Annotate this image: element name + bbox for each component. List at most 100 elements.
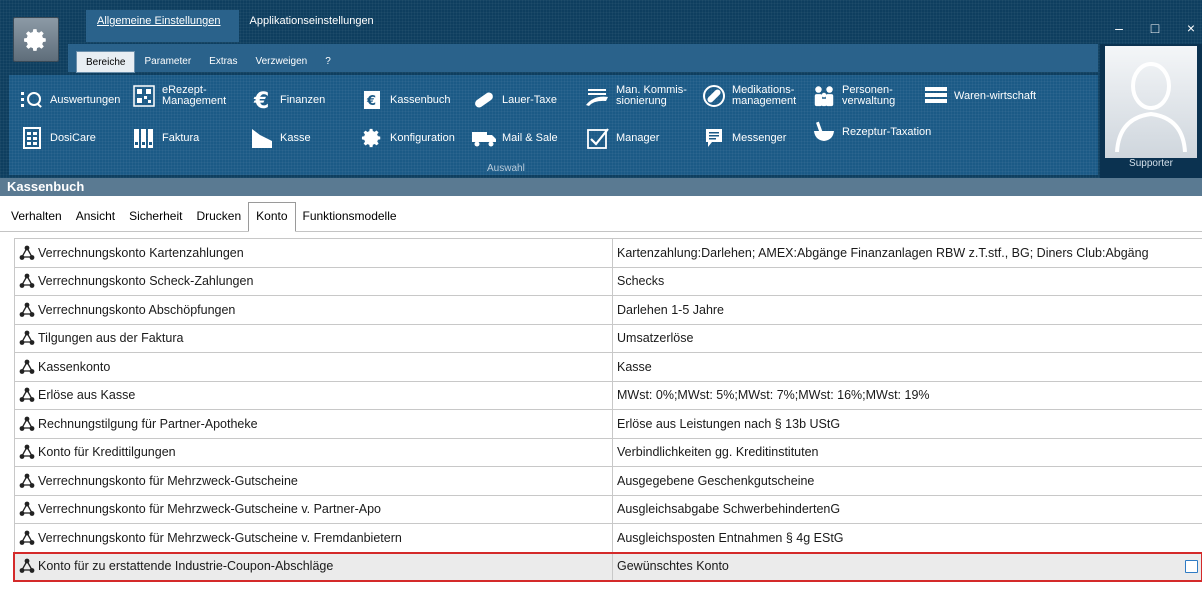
- ellipsis-edit-button[interactable]: [1185, 559, 1198, 573]
- table-row[interactable]: Tilgungen aus der Faktura Umsatzerlöse: [14, 324, 1202, 353]
- faktura-button[interactable]: Faktura: [132, 126, 199, 150]
- account-node-icon: [19, 501, 35, 517]
- row-value: Ausgleichsposten Entnahmen § 4g EStG: [617, 530, 844, 545]
- table-row[interactable]: Erlöse aus Kasse MWst: 0%;MWst: 5%;MWst: …: [14, 381, 1202, 410]
- truck-icon: [472, 126, 496, 150]
- auswertungen-button[interactable]: Auswertungen: [20, 88, 120, 112]
- minimize-button[interactable]: –: [1112, 20, 1126, 36]
- dosicare-button[interactable]: DosiCare: [20, 126, 96, 150]
- row-value-cell[interactable]: Erlöse aus Leistungen nach § 13b UStG: [613, 410, 1202, 438]
- tab-extras[interactable]: Extras: [200, 51, 246, 73]
- tab-help[interactable]: ?: [316, 51, 340, 73]
- table-row[interactable]: Verrechnungskonto für Mehrzweck-Gutschei…: [14, 495, 1202, 524]
- row-label: Verrechnungskonto Scheck-Zahlungen: [38, 274, 254, 289]
- row-label-cell[interactable]: Kassenkonto: [15, 353, 613, 381]
- erezept-label: eRezept-Management: [162, 84, 227, 107]
- row-value-cell[interactable]: Ausgleichsabgabe SchwerbehindertenG: [613, 496, 1202, 524]
- report-icon: [20, 88, 44, 112]
- row-label: Verrechnungskonto Kartenzahlungen: [38, 245, 244, 260]
- tab-funktionsmodelle[interactable]: Funktionsmodelle: [296, 203, 404, 231]
- account-node-icon: [19, 473, 35, 489]
- row-value-cell[interactable]: Ausgleichsposten Entnahmen § 4g EStG: [613, 524, 1202, 552]
- kasse-button[interactable]: Kasse: [250, 126, 311, 150]
- row-value-cell[interactable]: Ausgegebene Geschenkgutscheine: [613, 467, 1202, 495]
- cashbook-icon: €: [360, 88, 384, 112]
- rezeptur-taxation-label: Rezeptur-Taxation: [842, 125, 932, 138]
- table-row[interactable]: Konto für zu erstattende Industrie-Coupo…: [13, 551, 1202, 582]
- row-label-cell[interactable]: Konto für zu erstattende Industrie-Coupo…: [15, 552, 613, 580]
- row-value-cell[interactable]: Kasse: [613, 353, 1202, 381]
- row-value: Ausgleichsabgabe SchwerbehindertenG: [617, 502, 841, 517]
- lauer-taxe-button[interactable]: Lauer-Taxe: [472, 88, 557, 112]
- tab-drucken[interactable]: Drucken: [189, 203, 248, 231]
- account-node-icon: [19, 245, 35, 261]
- close-button[interactable]: ×: [1184, 20, 1198, 36]
- user-label: Supporter: [1129, 158, 1173, 169]
- manager-button[interactable]: Manager: [586, 126, 659, 150]
- mail-sale-label: Mail & Sale: [502, 131, 558, 144]
- table-row[interactable]: Rechnungstilgung für Partner-Apotheke Erl…: [14, 410, 1202, 439]
- tab-bereiche[interactable]: Bereiche: [76, 51, 136, 73]
- tab-verzweigen[interactable]: Verzweigen: [247, 51, 317, 73]
- app-menu-button[interactable]: [13, 17, 59, 62]
- top-tabs: Allgemeine Einstellungen Applikationsein…: [86, 10, 392, 42]
- tab-konto[interactable]: Konto: [248, 202, 296, 232]
- row-label-cell[interactable]: Verrechnungskonto für Mehrzweck-Gutschei…: [15, 524, 613, 552]
- mail-sale-button[interactable]: Mail & Sale: [472, 126, 558, 150]
- tab-verhalten[interactable]: Verhalten: [4, 203, 69, 231]
- kommissionierung-button[interactable]: Man. Kommis-sionierung: [586, 84, 706, 108]
- rezeptur-taxation-button[interactable]: Rezeptur-Taxation: [812, 120, 931, 144]
- row-value: Erlöse aus Leistungen nach § 13b UStG: [617, 416, 841, 431]
- row-value-cell[interactable]: Umsatzerlöse: [613, 325, 1202, 353]
- erezept-icon: [132, 84, 156, 108]
- row-label-cell[interactable]: Erlöse aus Kasse: [15, 381, 613, 409]
- row-label-cell[interactable]: Tilgungen aus der Faktura: [15, 324, 613, 352]
- kassenbuch-button[interactable]: € Kassenbuch: [360, 88, 451, 112]
- pill-icon: [472, 88, 496, 112]
- row-label: Verrechnungskonto für Mehrzweck-Gutschei…: [38, 530, 402, 545]
- row-label-cell[interactable]: Verrechnungskonto Abschöpfungen: [15, 296, 613, 324]
- dosicare-label: DosiCare: [50, 131, 96, 144]
- tab-applikationseinstellungen[interactable]: Applikationseinstellungen: [239, 10, 392, 42]
- table-row[interactable]: Konto für Kredittilgungen Verbindlichkeit…: [14, 438, 1202, 467]
- row-value-cell[interactable]: Darlehen 1-5 Jahre: [613, 296, 1202, 324]
- table-row[interactable]: Verrechnungskonto Scheck-Zahlungen Scheck…: [14, 267, 1202, 296]
- row-label-cell[interactable]: Verrechnungskonto für Mehrzweck-Gutschei…: [15, 495, 613, 523]
- medication-icon: [702, 84, 726, 108]
- section-title: Kassenbuch: [0, 178, 1202, 196]
- tab-ansicht[interactable]: Ansicht: [69, 203, 122, 231]
- warenwirtschaft-button[interactable]: Waren-wirtschaft: [924, 84, 1036, 108]
- erezept-button[interactable]: eRezept-Management: [132, 84, 252, 108]
- row-label-cell[interactable]: Verrechnungskonto für Mehrzweck-Gutschei…: [15, 467, 613, 495]
- warehouse-icon: [924, 84, 948, 108]
- maximize-button[interactable]: □: [1148, 20, 1162, 36]
- row-label-cell[interactable]: Konto für Kredittilgungen: [15, 438, 613, 466]
- konfiguration-label: Konfiguration: [390, 131, 455, 144]
- tab-allgemeine-einstellungen[interactable]: Allgemeine Einstellungen: [86, 10, 239, 42]
- messenger-button[interactable]: Messenger: [702, 126, 786, 150]
- medikationsmanagement-button[interactable]: Medikations-management: [702, 84, 822, 108]
- gear-icon: [360, 126, 384, 150]
- avatar[interactable]: [1105, 46, 1197, 158]
- row-value-cell[interactable]: Kartenzahlung:Darlehen; AMEX:Abgänge Fin…: [613, 239, 1202, 267]
- table-row[interactable]: Kassenkonto Kasse: [14, 353, 1202, 382]
- lauer-taxe-label: Lauer-Taxe: [502, 93, 558, 106]
- konfiguration-button[interactable]: Konfiguration: [360, 126, 455, 150]
- row-label-cell[interactable]: Rechnungstilgung für Partner-Apotheke: [15, 410, 613, 438]
- personenverwaltung-button[interactable]: Personen-verwaltung: [812, 84, 932, 108]
- cash-register-icon: [250, 126, 274, 150]
- table-row[interactable]: Verrechnungskonto Kartenzahlungen Kartenz…: [14, 239, 1202, 268]
- finanzen-button[interactable]: € Finanzen: [250, 88, 325, 112]
- row-value-cell[interactable]: Verbindlichkeiten gg. Kreditinstituten: [613, 439, 1202, 467]
- table-row[interactable]: Verrechnungskonto Abschöpfungen Darlehen …: [14, 296, 1202, 325]
- tab-sicherheit[interactable]: Sicherheit: [122, 203, 189, 231]
- row-label: Verrechnungskonto Abschöpfungen: [38, 302, 236, 317]
- row-value-cell[interactable]: MWst: 0%;MWst: 5%;MWst: 7%;MWst: 16%;MWs…: [613, 382, 1202, 410]
- row-label-cell[interactable]: Verrechnungskonto Kartenzahlungen: [15, 239, 613, 267]
- tab-parameter[interactable]: Parameter: [135, 51, 200, 73]
- row-value-cell[interactable]: Schecks: [613, 268, 1202, 296]
- table-row[interactable]: Verrechnungskonto für Mehrzweck-Gutschei…: [14, 524, 1202, 553]
- row-value-cell[interactable]: Gewünschtes Konto: [613, 553, 1202, 581]
- table-row[interactable]: Verrechnungskonto für Mehrzweck-Gutschei…: [14, 467, 1202, 496]
- row-label-cell[interactable]: Verrechnungskonto Scheck-Zahlungen: [15, 267, 613, 295]
